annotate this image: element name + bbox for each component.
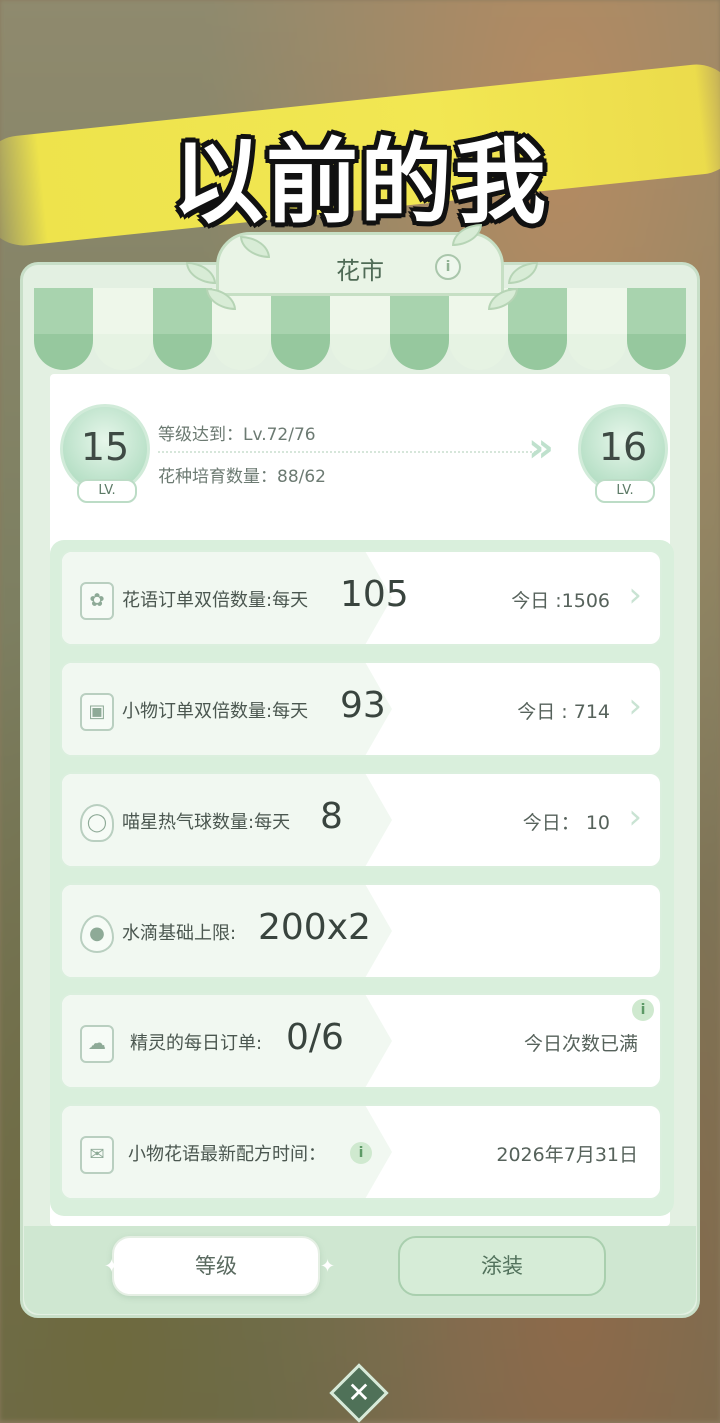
row-today: 今日： 10 bbox=[522, 812, 610, 834]
lv-tag: LV. bbox=[595, 479, 655, 503]
row-value: 93 bbox=[340, 685, 386, 726]
clipboard-flower-icon: ✿ bbox=[80, 582, 114, 620]
row-label: 小物订单双倍数量:每天 bbox=[122, 701, 309, 722]
clipboard-item-icon: ▣ bbox=[80, 693, 114, 731]
paint-tab-button[interactable]: 涂装 bbox=[398, 1236, 606, 1296]
sparkle-icon: ✦ bbox=[104, 1256, 120, 1277]
chevron-right-icon: › bbox=[628, 575, 642, 615]
lv-tag: LV. bbox=[77, 479, 137, 503]
row-label: 花语订单双倍数量:每天 bbox=[122, 590, 309, 611]
chevron-right-icon: › bbox=[628, 797, 642, 837]
benefit-row-balloons[interactable]: ◯ 喵星热气球数量:每天 8 今日： 10 › bbox=[60, 772, 662, 868]
requirement-divider bbox=[158, 451, 536, 453]
info-icon[interactable]: i bbox=[435, 254, 461, 280]
row-label: 水滴基础上限: bbox=[122, 923, 237, 944]
info-icon[interactable]: i bbox=[632, 999, 654, 1021]
row-today: 今日次数已满 bbox=[523, 1033, 638, 1055]
benefit-row-spirit-orders: ☁ 精灵的每日订单: 0/6 今日次数已满 i bbox=[60, 993, 662, 1089]
next-level-badge: 16 LV. bbox=[578, 404, 668, 503]
spirit-icon: ☁ bbox=[80, 1025, 114, 1063]
row-value: 105 bbox=[340, 574, 409, 615]
water-drop-icon: ● bbox=[80, 915, 114, 953]
balloon-icon: ◯ bbox=[80, 804, 114, 842]
recipe-bag-icon: ✉ bbox=[80, 1136, 114, 1174]
awning-scallops bbox=[34, 334, 686, 370]
row-label: 精灵的每日订单: bbox=[130, 1033, 263, 1054]
row-value: 0/6 bbox=[286, 1017, 344, 1058]
video-caption: 以前的我 bbox=[171, 129, 548, 236]
close-icon[interactable]: ✕ bbox=[338, 1372, 380, 1414]
level-tab-button[interactable]: 等级 bbox=[112, 1236, 320, 1296]
row-label: 喵星热气球数量:每天 bbox=[122, 812, 291, 833]
level-requirement: 等级达到：Lv.72/76 bbox=[158, 425, 316, 445]
benefit-row-water-limit: ● 水滴基础上限: 200x2 bbox=[60, 883, 662, 979]
row-today: 今日 :1506 bbox=[511, 590, 610, 612]
sparkle-icon: ✦ bbox=[320, 1256, 336, 1277]
benefit-row-flower-orders[interactable]: ✿ 花语订单双倍数量:每天 105 今日 :1506 › bbox=[60, 550, 662, 646]
benefit-row-recipe-time: ✉ 小物花语最新配方时间： i 2026年7月31日 bbox=[60, 1104, 662, 1200]
seed-requirement: 花种培育数量：88/62 bbox=[158, 467, 326, 487]
row-today: 今日 : 714 bbox=[517, 701, 610, 723]
next-level-number: 16 bbox=[598, 425, 648, 469]
row-value: 200x2 bbox=[258, 907, 371, 948]
chevron-right-icon: › bbox=[628, 686, 642, 726]
current-level-badge: 15 LV. bbox=[60, 404, 150, 503]
row-label: 小物花语最新配方时间： bbox=[128, 1144, 326, 1165]
benefit-row-item-orders[interactable]: ▣ 小物订单双倍数量:每天 93 今日 : 714 › bbox=[60, 661, 662, 757]
current-level-number: 15 bbox=[80, 425, 130, 469]
level-up-arrow-icon: » bbox=[528, 425, 554, 471]
row-value: 8 bbox=[320, 796, 343, 837]
row-today: 2026年7月31日 bbox=[496, 1144, 638, 1166]
info-icon[interactable]: i bbox=[350, 1142, 372, 1164]
